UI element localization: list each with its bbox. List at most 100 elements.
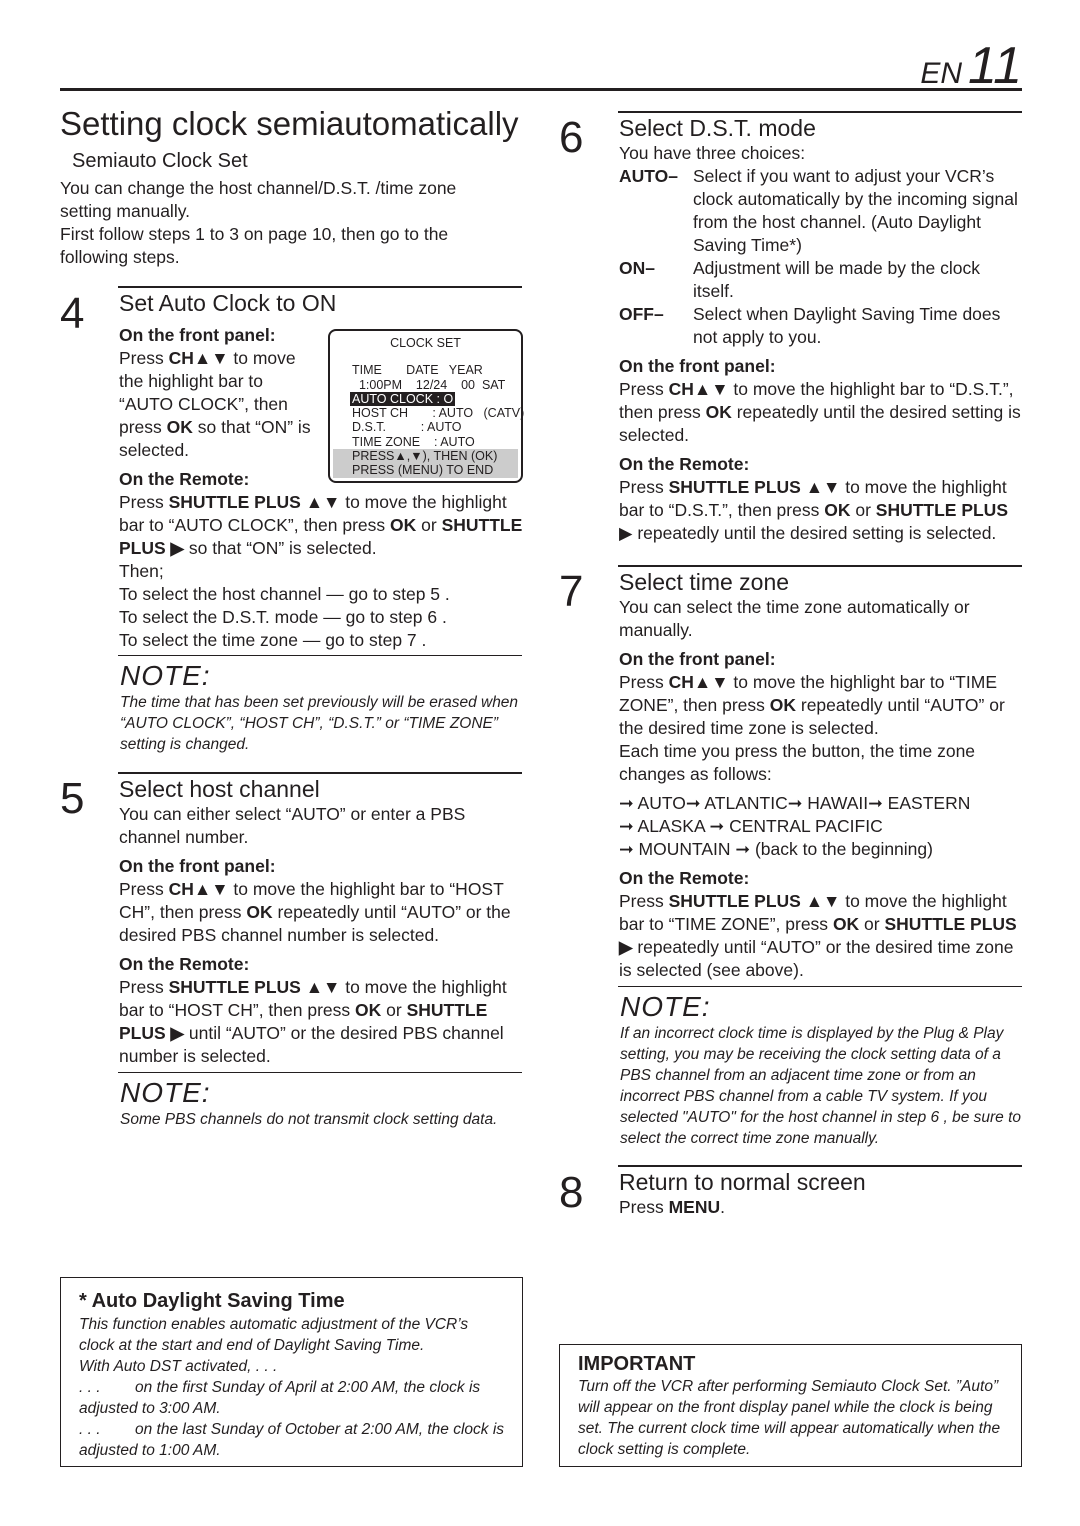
then-line: To select the time zone — go to step 7 . <box>119 630 427 650</box>
text-segment: Press <box>619 477 669 497</box>
header-rule <box>60 88 1022 91</box>
bold-term: SHUTTLE PLUS <box>875 500 1008 520</box>
box-heading: IMPORTANT <box>578 1353 696 1375</box>
front-panel-label: On the front panel: <box>619 356 776 376</box>
text-segment: repeatedly until “AUTO” or the desired t… <box>619 937 1014 980</box>
choice-off: OFF– Select when Daylight Saving Time doe… <box>619 303 1025 349</box>
step-intro: You can either select “AUTO” or enter a … <box>119 803 524 849</box>
zone-sequence: ➞ MOUNTAIN ➞ (back to the beginning) <box>619 839 933 859</box>
text-segment: You can either select “AUTO” or enter a … <box>119 804 466 847</box>
choice-key: AUTO– <box>619 166 678 186</box>
intro-line: First follow steps 1 to 3 on page 10, th… <box>60 223 500 269</box>
divider <box>618 1165 1022 1167</box>
screen-row: HOST CH : AUTO (CATV) <box>352 406 525 421</box>
screen-row: TIME DATE YEAR <box>352 363 483 378</box>
then-line: To select the D.S.T. mode — go to step 6… <box>119 607 447 627</box>
then-line: Then; <box>119 561 164 581</box>
page-num: 11 <box>968 37 1022 95</box>
screen-highlight: AUTO CLOCK : O <box>350 391 456 407</box>
page-number: EN 11 <box>920 40 1022 100</box>
divider <box>618 986 1022 987</box>
text-segment: Press <box>119 492 169 512</box>
step-heading: Select host channel <box>119 776 320 802</box>
box-line: With Auto DST activated, . . . <box>79 1358 278 1375</box>
zone-sequence: ➞ ALASKA ➞ CENTRAL PACIFIC <box>619 816 883 836</box>
step-number: 6 <box>559 113 584 162</box>
text-segment: You can select the time zone automatical… <box>619 597 970 640</box>
remote-text: Press SHUTTLE PLUS ▲▼ to move the highli… <box>619 476 1025 545</box>
note-3: NOTE: If an incorrect clock time is disp… <box>620 991 1024 1149</box>
step-number: 5 <box>60 774 85 823</box>
box-text: Turn off the VCR after performing Semiau… <box>578 1378 1001 1458</box>
text-segment: so that “ON” is selected. <box>184 538 377 558</box>
text-segment: or <box>850 500 876 520</box>
screen-row: TIME ZONE : AUTO <box>352 434 475 449</box>
note-2: NOTE: Some PBS channels do not transmit … <box>120 1077 524 1130</box>
choice-key: ON– <box>619 258 655 278</box>
choice-on: ON– Adjustment will be made by the clock … <box>619 257 1025 303</box>
note-heading: NOTE: <box>120 1077 211 1108</box>
text-segment: Press <box>119 977 169 997</box>
box-line: . . . on the first Sunday of April at 2:… <box>79 1379 485 1417</box>
front-panel-text: Press CH▲▼ to move the highlight bar to … <box>119 878 524 947</box>
language-label: EN <box>920 57 963 90</box>
step-number: 7 <box>559 567 584 616</box>
step-number: 8 <box>559 1168 584 1217</box>
text-segment: You can change the host channel/D.S.T. /… <box>60 178 457 221</box>
box-line: This function enables automatic adjustme… <box>79 1316 469 1354</box>
step-heading: Return to normal screen <box>619 1169 866 1195</box>
bold-term: OK <box>390 515 417 535</box>
divider <box>118 1072 522 1073</box>
bold-term: CH▲▼ <box>168 879 229 899</box>
bold-term: OK <box>355 1000 382 1020</box>
step-text: Press MENU. <box>619 1196 1025 1219</box>
auto-dst-box: * Auto Daylight Saving Time This functio… <box>60 1277 523 1467</box>
remote-label: On the Remote: <box>619 868 750 888</box>
divider <box>618 565 1022 567</box>
bold-term: CH▲▼ <box>168 348 229 368</box>
bold-term: OK <box>832 914 860 934</box>
front-panel-label: On the front panel: <box>619 649 776 669</box>
section-subtitle: Semiauto Clock Set <box>72 150 248 172</box>
bold-term: OK <box>246 902 273 922</box>
choice-desc: Select if you want to adjust your VCR’s … <box>693 166 1018 255</box>
text-segment: Press <box>619 379 669 399</box>
note-text: Some PBS channels do not transmit clock … <box>120 1111 498 1128</box>
remote-label: On the Remote: <box>119 954 250 974</box>
text-segment: or <box>381 1000 407 1020</box>
choice-desc: Select when Daylight Saving Time does no… <box>693 304 1001 347</box>
bold-term: SHUTTLE PLUS ▲▼ <box>668 891 841 911</box>
remote-text: Press SHUTTLE PLUS ▲▼ to move the highli… <box>619 890 1025 982</box>
remote-text: Press SHUTTLE PLUS ▲▼ to move the highli… <box>119 976 524 1068</box>
bold-term: CH▲▼ <box>668 672 729 692</box>
remote-label: On the Remote: <box>619 454 750 474</box>
front-panel-label: On the front panel: <box>119 325 276 345</box>
step-number: 4 <box>60 289 85 338</box>
clock-set-screen: CLOCK SET TIME DATE YEAR 1:00PM 12/24 00… <box>328 329 525 483</box>
text-segment: . <box>720 1197 726 1217</box>
divider <box>118 772 522 774</box>
divider <box>618 111 1022 113</box>
page-title: Setting clock semiautomatically <box>60 105 519 142</box>
front-panel-label: On the front panel: <box>119 856 276 876</box>
bold-term: OK <box>769 695 796 715</box>
text-segment: or <box>416 515 442 535</box>
divider <box>118 655 522 656</box>
note-text: The time that has been set previously wi… <box>120 694 519 753</box>
choice-auto: AUTO– Select if you want to adjust your V… <box>619 165 1025 257</box>
screen-row: D.S.T. : AUTO <box>352 420 462 435</box>
remote-text: Press SHUTTLE PLUS ▲▼ to move the highli… <box>119 491 524 560</box>
divider <box>118 286 522 288</box>
screen-row: 1:00PM 12/24 00 SAT <box>352 377 506 392</box>
front-panel-text: Press CH▲▼ to move the highlight bar to … <box>619 378 1025 447</box>
step-heading: Set Auto Clock to ON <box>119 290 337 316</box>
bold-term: OK <box>824 500 851 520</box>
bold-term: SHUTTLE PLUS ▲▼ <box>168 492 341 512</box>
text-segment: Press <box>619 1197 669 1217</box>
step-intro: You have three choices: <box>619 143 806 163</box>
box-line: . . . on the last Sunday of October at 2… <box>79 1421 509 1459</box>
note-1: NOTE: The time that has been set previou… <box>120 660 524 755</box>
zone-sequence: ➞ AUTO➞ ATLANTIC➞ HAWAII➞ EASTERN <box>619 793 971 813</box>
note-heading: NOTE: <box>120 660 211 691</box>
screen-row: PRESS▲,▼), THEN (OK) <box>333 449 518 464</box>
